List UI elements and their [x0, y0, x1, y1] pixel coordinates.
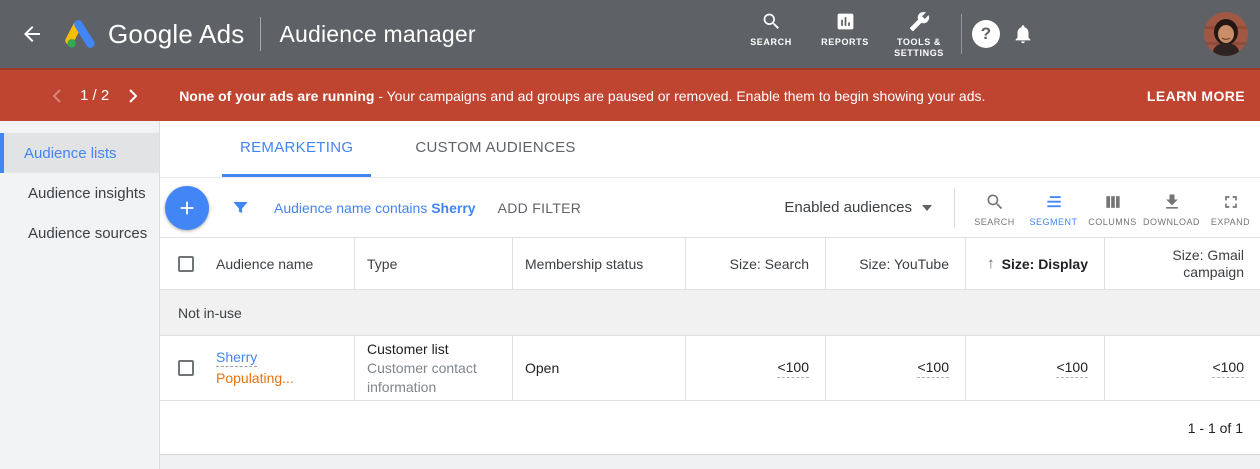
segment-label: SEGMENT [1029, 217, 1077, 227]
type-title: Customer list [367, 340, 449, 359]
download-label: DOWNLOAD [1143, 217, 1200, 227]
active-filter-chip[interactable]: Audience name contains Sherry [274, 200, 476, 216]
populating-status: Populating... [216, 370, 294, 386]
page-title: Audience manager [279, 21, 475, 48]
segment-button[interactable]: SEGMENT [1024, 188, 1083, 227]
expand-label: EXPAND [1211, 217, 1250, 227]
nav-search[interactable]: SEARCH [739, 9, 803, 48]
pagination: 1 - 1 of 1 [160, 400, 1260, 455]
nav-search-label: SEARCH [750, 37, 792, 48]
notifications-bell-icon[interactable] [1000, 23, 1046, 45]
filter-value: Sherry [431, 200, 475, 216]
header-size-youtube[interactable]: Size: YouTube [826, 238, 966, 289]
nav-tools-settings-label: TOOLS & SETTINGS [887, 37, 951, 59]
help-icon[interactable]: ? [972, 20, 1000, 48]
wrench-icon [909, 11, 930, 32]
sidebar-item-audience-sources[interactable]: Audience sources [0, 213, 159, 253]
alert-prev-icon[interactable] [44, 89, 68, 103]
cell-size-gmail: <100 [1105, 336, 1260, 400]
page-background [160, 455, 1260, 469]
columns-button[interactable]: COLUMNS [1083, 188, 1142, 227]
alert-page-indicator: 1 / 2 [80, 87, 109, 104]
sort-ascending-icon: ↑ [987, 255, 995, 272]
arrow-left-icon [20, 22, 44, 46]
expand-icon [1221, 192, 1241, 212]
toolbar-divider [954, 188, 955, 228]
add-audience-button[interactable] [165, 186, 209, 230]
sidebar-item-audience-lists[interactable]: Audience lists [0, 133, 159, 173]
cell-size-search: <100 [686, 336, 826, 400]
header-divider [260, 17, 261, 51]
sidebar-item-audience-insights[interactable]: Audience insights [0, 173, 159, 213]
toolbar: Audience name contains Sherry ADD FILTER… [160, 178, 1260, 237]
cell-membership-status: Open [513, 336, 686, 400]
search-icon [985, 192, 1005, 212]
alert-message-rest: - Your campaigns and ad groups are pause… [378, 88, 985, 104]
add-filter-button[interactable]: ADD FILTER [498, 200, 582, 216]
header-size-gmail[interactable]: Size: Gmail campaign [1105, 238, 1260, 289]
type-subtitle: Customer contact information [367, 359, 500, 397]
header-divider-2 [961, 14, 962, 54]
columns-icon [1103, 192, 1123, 212]
app-header: Google Ads Audience manager SEARCH REPOR… [0, 0, 1260, 68]
cell-audience-name: Sherry Populating... [160, 336, 355, 400]
table-row: Sherry Populating... Customer list Custo… [160, 336, 1260, 400]
avatar[interactable] [1204, 12, 1248, 56]
header-membership-status[interactable]: Membership status [513, 238, 686, 289]
nav-reports[interactable]: REPORTS [813, 9, 877, 48]
header-nav: SEARCH REPORTS TOOLS & SETTINGS [739, 9, 951, 59]
nav-reports-label: REPORTS [821, 37, 869, 48]
row-checkbox[interactable] [178, 360, 194, 376]
brand-name: Google Ads [108, 19, 244, 50]
header-audience-name: Audience name [160, 238, 355, 289]
audience-view-dropdown[interactable]: Enabled audiences [784, 199, 932, 216]
tab-custom-audiences[interactable]: CUSTOM AUDIENCES [397, 121, 593, 177]
back-button[interactable] [8, 10, 56, 58]
alert-next-icon[interactable] [121, 89, 145, 103]
alert-message-bold: None of your ads are running [179, 88, 374, 104]
google-ads-logo-icon[interactable] [64, 17, 98, 51]
audience-name-link[interactable]: Sherry [216, 349, 257, 367]
filter-funnel-icon[interactable] [231, 198, 250, 217]
download-button[interactable]: DOWNLOAD [1142, 188, 1201, 227]
chevron-down-icon [922, 205, 932, 211]
table-search-label: SEARCH [974, 217, 1015, 227]
search-icon [761, 11, 782, 32]
audience-view-label: Enabled audiences [784, 199, 912, 216]
expand-button[interactable]: EXPAND [1201, 188, 1260, 227]
alert-message: None of your ads are running - Your camp… [179, 88, 985, 104]
header-size-search[interactable]: Size: Search [686, 238, 826, 289]
header-size-display[interactable]: ↑ Size: Display [966, 238, 1105, 289]
tab-strip: REMARKETING CUSTOM AUDIENCES [160, 121, 1260, 178]
reports-icon [835, 11, 856, 32]
columns-label: COLUMNS [1088, 217, 1137, 227]
segment-icon [1044, 192, 1064, 212]
learn-more-link[interactable]: LEARN MORE [1147, 88, 1245, 104]
nav-tools-settings[interactable]: TOOLS & SETTINGS [887, 9, 951, 59]
cell-type: Customer list Customer contact informati… [355, 336, 513, 400]
header-type[interactable]: Type [355, 238, 513, 289]
filter-prefix: Audience name contains [274, 200, 431, 216]
download-icon [1162, 192, 1182, 212]
plus-icon [176, 197, 198, 219]
cell-size-youtube: <100 [826, 336, 966, 400]
cell-size-display: <100 [966, 336, 1105, 400]
group-row-not-in-use: Not in-use [160, 290, 1260, 336]
table-search-button[interactable]: SEARCH [965, 188, 1024, 227]
sidebar: Audience lists Audience insights Audienc… [0, 121, 160, 469]
alert-bar: 1 / 2 None of your ads are running - You… [0, 68, 1260, 121]
main-panel: REMARKETING CUSTOM AUDIENCES Audience na… [160, 121, 1260, 469]
table-header-row: Audience name Type Membership status Siz… [160, 237, 1260, 290]
select-all-checkbox[interactable] [178, 256, 194, 272]
tab-remarketing[interactable]: REMARKETING [222, 121, 371, 177]
